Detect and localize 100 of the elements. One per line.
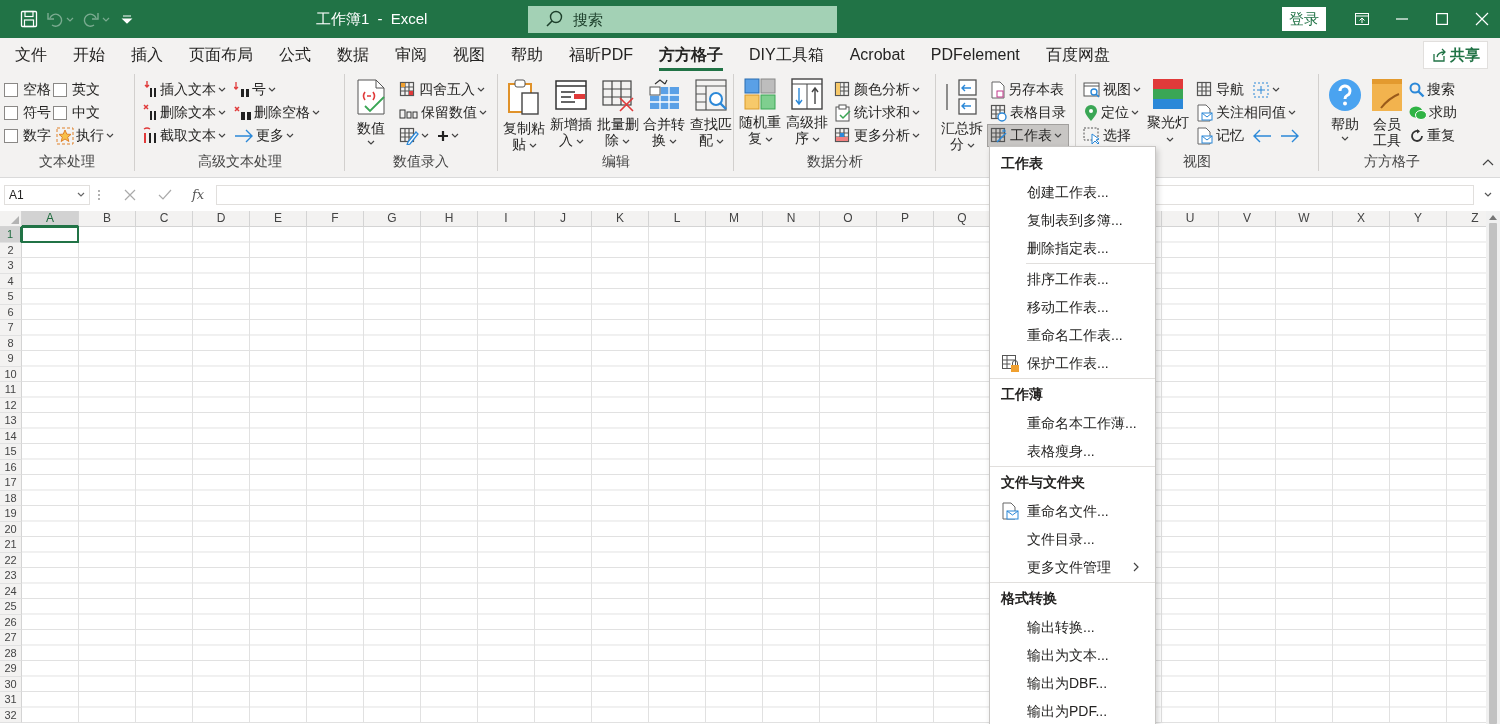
ribbon-tab[interactable]: 插入 <box>122 40 172 72</box>
column-header[interactable]: O <box>820 211 877 227</box>
login-button[interactable]: 登录 <box>1282 6 1326 32</box>
column-header[interactable]: J <box>535 211 592 227</box>
search-field[interactable]: 搜索 <box>528 5 837 33</box>
menu-item[interactable]: 创建工作表... <box>990 178 1155 206</box>
column-header[interactable]: I <box>478 211 535 227</box>
menu-item[interactable]: 重命名工作表... <box>990 321 1155 349</box>
column-header[interactable]: Q <box>934 211 991 227</box>
ribbon-button[interactable]: 表格目录 <box>986 101 1069 124</box>
ribbon-button[interactable]: 数值 <box>349 78 394 146</box>
checkbox[interactable] <box>4 128 18 143</box>
column-header[interactable]: B <box>79 211 136 227</box>
ribbon-button[interactable]: 四舍五入 <box>395 78 490 101</box>
ribbon-button[interactable]: 选择 <box>1080 124 1144 147</box>
checkbox[interactable] <box>4 105 18 120</box>
menu-item[interactable]: 删除指定表... <box>990 234 1155 262</box>
name-box[interactable]: A1 <box>4 184 90 205</box>
row-header[interactable]: 7 <box>0 320 22 336</box>
row-header[interactable]: 3 <box>0 258 22 274</box>
ribbon-button[interactable]: 新增插入 <box>548 78 594 149</box>
menu-item[interactable]: 输出为DBF... <box>990 669 1155 697</box>
column-header[interactable]: V <box>1219 211 1276 227</box>
row-header[interactable]: 31 <box>0 692 22 708</box>
ribbon-button[interactable]: 随机重复 <box>738 78 783 147</box>
column-header[interactable]: Y <box>1390 211 1447 227</box>
menu-item[interactable]: 移动工作表... <box>990 293 1155 321</box>
ribbon-button[interactable]: 汇总拆分 <box>940 78 985 153</box>
row-header[interactable]: 21 <box>0 537 22 553</box>
row-header[interactable]: 27 <box>0 630 22 646</box>
ribbon-button[interactable]: 重复 <box>1405 124 1460 147</box>
menu-item[interactable]: 输出转换... <box>990 613 1155 641</box>
menu-item[interactable]: 表格瘦身... <box>990 437 1155 465</box>
ribbon-button[interactable]: 执行 <box>53 124 117 147</box>
ribbon-button[interactable]: 记忆 <box>1192 124 1247 147</box>
menu-item[interactable]: 更多文件管理 <box>990 553 1155 581</box>
ribbon-tab[interactable]: DIY工具箱 <box>740 40 833 72</box>
ribbon-button[interactable]: 另存本表 <box>986 78 1069 101</box>
ribbon-button[interactable]: 保留数值 <box>395 101 490 124</box>
ribbon-tab[interactable]: 数据 <box>328 40 378 72</box>
checkbox[interactable] <box>53 82 67 97</box>
insert-function-button[interactable]: fx <box>186 184 211 205</box>
menu-item[interactable]: 重命名文件... <box>990 497 1155 525</box>
column-header[interactable]: K <box>592 211 649 227</box>
ribbon-tab[interactable]: Acrobat <box>840 40 914 72</box>
ribbon-button[interactable]: 导航 <box>1192 78 1247 101</box>
ribbon-tab[interactable]: 页面布局 <box>180 40 262 72</box>
checkbox[interactable] <box>53 105 67 120</box>
ribbon-button[interactable]: 删除空格 <box>231 101 323 124</box>
ribbon-tab[interactable]: 视图 <box>444 40 494 72</box>
column-header[interactable]: C <box>136 211 193 227</box>
menu-item[interactable]: 输出为PDF... <box>990 697 1155 724</box>
share-button[interactable]: 共享 <box>1423 40 1488 70</box>
ribbon-tab[interactable]: 公式 <box>270 40 320 72</box>
ribbon-tab[interactable]: 百度网盘 <box>1036 40 1119 72</box>
ribbon-tab[interactable]: PDFelement <box>921 40 1029 72</box>
ribbon-button[interactable]: 更多分析 <box>831 124 924 147</box>
row-header[interactable]: 9 <box>0 351 22 367</box>
column-header[interactable]: M <box>706 211 763 227</box>
ribbon-button[interactable]: 颜色分析 <box>831 78 924 101</box>
ribbon-button[interactable]: 定位 <box>1080 101 1144 124</box>
ribbon-button[interactable]: 合并转换 <box>642 78 687 149</box>
ribbon-button[interactable]: 聚光灯 <box>1146 78 1191 147</box>
column-header[interactable]: L <box>649 211 706 227</box>
row-header[interactable]: 25 <box>0 599 22 615</box>
row-header[interactable]: 29 <box>0 661 22 677</box>
menu-item[interactable]: 排序工作表... <box>990 265 1155 293</box>
ribbon-button[interactable]: 查找匹配 <box>688 78 734 149</box>
row-header[interactable]: 1 <box>0 227 22 243</box>
column-header[interactable]: E <box>250 211 307 227</box>
checkbox[interactable] <box>4 82 18 97</box>
row-header[interactable]: 23 <box>0 568 22 584</box>
column-header[interactable]: P <box>877 211 934 227</box>
column-header[interactable]: F <box>307 211 364 227</box>
ribbon-button[interactable]: 帮助 <box>1323 78 1368 142</box>
ribbon-button[interactable]: 删除文本 <box>139 101 229 124</box>
ribbon-button[interactable]: 视图 <box>1080 78 1144 101</box>
ribbon-button[interactable]: 工作表 <box>986 124 1069 147</box>
menu-item[interactable]: 复制表到多簿... <box>990 206 1155 234</box>
ribbon-button[interactable]: 搜索 <box>1405 78 1460 101</box>
ribbon-button[interactable]: 插入文本 <box>139 78 229 101</box>
select-all-button[interactable] <box>0 211 22 227</box>
scroll-thumb[interactable] <box>1489 223 1497 724</box>
ribbon-tab[interactable]: 审阅 <box>386 40 436 72</box>
ribbon-button[interactable]: 截取文本 <box>139 124 229 147</box>
row-header[interactable]: 5 <box>0 289 22 305</box>
row-header[interactable]: 17 <box>0 475 22 491</box>
column-header[interactable]: X <box>1333 211 1390 227</box>
menu-item[interactable]: 输出为文本... <box>990 641 1155 669</box>
ribbon-tab[interactable]: 帮助 <box>502 40 552 72</box>
ribbon-tab[interactable]: 开始 <box>64 40 114 72</box>
ribbon-button[interactable]: 复制粘贴 <box>502 78 547 153</box>
menu-item[interactable]: 重命名本工作薄... <box>990 409 1155 437</box>
menu-item[interactable]: 保护工作表... <box>990 349 1155 377</box>
vertical-scrollbar[interactable] <box>1486 211 1500 724</box>
row-header[interactable]: 15 <box>0 444 22 460</box>
menu-item[interactable]: 文件目录... <box>990 525 1155 553</box>
row-header[interactable]: 13 <box>0 413 22 429</box>
ribbon-tab[interactable]: 文件 <box>6 40 56 72</box>
active-cell[interactable] <box>21 226 79 243</box>
